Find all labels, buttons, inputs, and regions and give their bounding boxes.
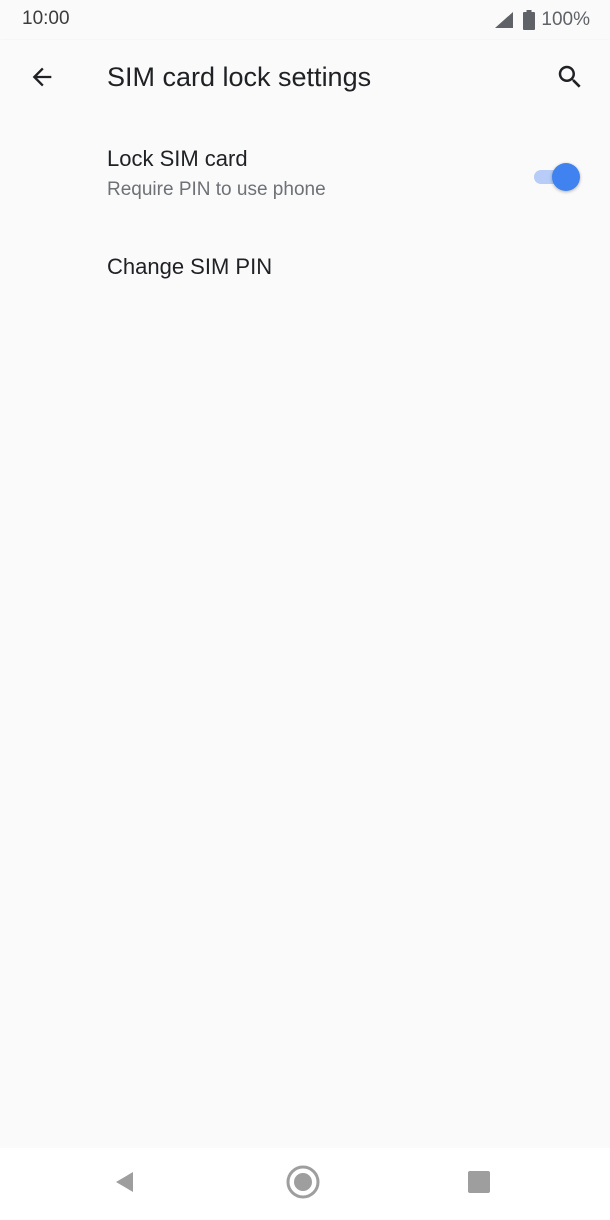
back-button[interactable]: [18, 55, 66, 103]
lock-sim-card-preference[interactable]: Lock SIM card Require PIN to use phone: [0, 126, 610, 224]
signal-icon: [493, 10, 515, 30]
page-title: SIM card lock settings: [107, 62, 372, 92]
change-sim-pin-title: Change SIM PIN: [107, 254, 273, 279]
change-sim-pin-preference[interactable]: Change SIM PIN: [0, 230, 610, 306]
battery-percent: 100%: [541, 9, 590, 30]
arrow-back-icon: [28, 63, 56, 96]
nav-home-icon: [285, 1164, 321, 1205]
status-bar: 10:00 100%: [0, 0, 610, 40]
battery-icon: [523, 10, 536, 30]
nav-recents-icon: [467, 1170, 491, 1199]
lock-sim-card-summary: Require PIN to use phone: [107, 179, 326, 200]
lock-sim-card-toggle[interactable]: [532, 162, 582, 191]
nav-back-button[interactable]: [101, 1160, 149, 1208]
navigation-bar: [0, 1148, 610, 1220]
search-button[interactable]: [546, 55, 594, 103]
nav-back-icon: [112, 1169, 138, 1200]
status-icons: 100%: [493, 8, 590, 32]
settings-list: Lock SIM card Require PIN to use phone C…: [0, 118, 610, 1148]
app-bar: SIM card lock settings: [0, 40, 610, 118]
nav-home-button[interactable]: [279, 1160, 327, 1208]
toggle-thumb: [552, 163, 580, 191]
lock-sim-card-title: Lock SIM card: [107, 146, 248, 171]
nav-recents-button[interactable]: [455, 1160, 503, 1208]
status-time: 10:00: [22, 8, 70, 29]
search-icon: [555, 62, 585, 97]
